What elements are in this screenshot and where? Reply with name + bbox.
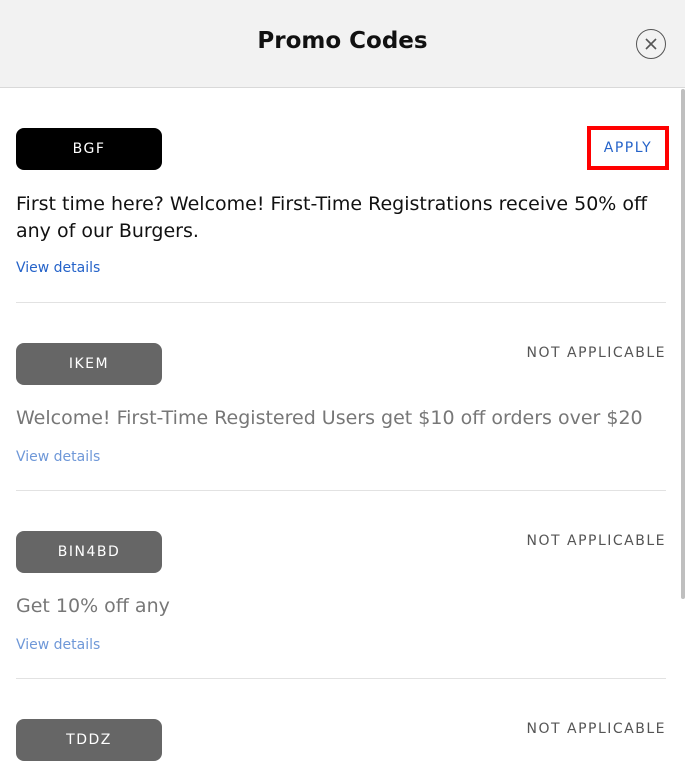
view-details-link[interactable]: View details	[16, 449, 100, 465]
modal-header: Promo Codes	[0, 0, 685, 88]
promo-code-badge: BGF	[16, 128, 162, 170]
view-details-link[interactable]: View details	[16, 260, 100, 276]
scrollbar[interactable]	[681, 89, 685, 599]
promo-description: Welcome! First-Time Registered Users get…	[16, 407, 643, 429]
promo-list[interactable]: BGF APPLY First time here? Welcome! Firs…	[0, 89, 679, 782]
close-icon	[645, 38, 657, 50]
divider	[16, 490, 666, 491]
promo-code-badge: BIN4BD	[16, 531, 162, 573]
promo-description: First time here? Welcome! First-Time Reg…	[16, 193, 648, 242]
divider	[16, 302, 666, 303]
promo-code-badge: IKEM	[16, 343, 162, 385]
promo-code-badge: TDDZ	[16, 719, 162, 761]
modal-title: Promo Codes	[257, 28, 428, 54]
view-details-link[interactable]: View details	[16, 637, 100, 653]
apply-button[interactable]: APPLY	[587, 126, 669, 170]
not-applicable-label: NOT APPLICABLE	[526, 721, 666, 737]
promo-description: Get 10% off any	[16, 595, 170, 617]
divider	[16, 678, 666, 679]
not-applicable-label: NOT APPLICABLE	[526, 533, 666, 549]
not-applicable-label: NOT APPLICABLE	[526, 345, 666, 361]
close-button[interactable]	[636, 29, 666, 59]
